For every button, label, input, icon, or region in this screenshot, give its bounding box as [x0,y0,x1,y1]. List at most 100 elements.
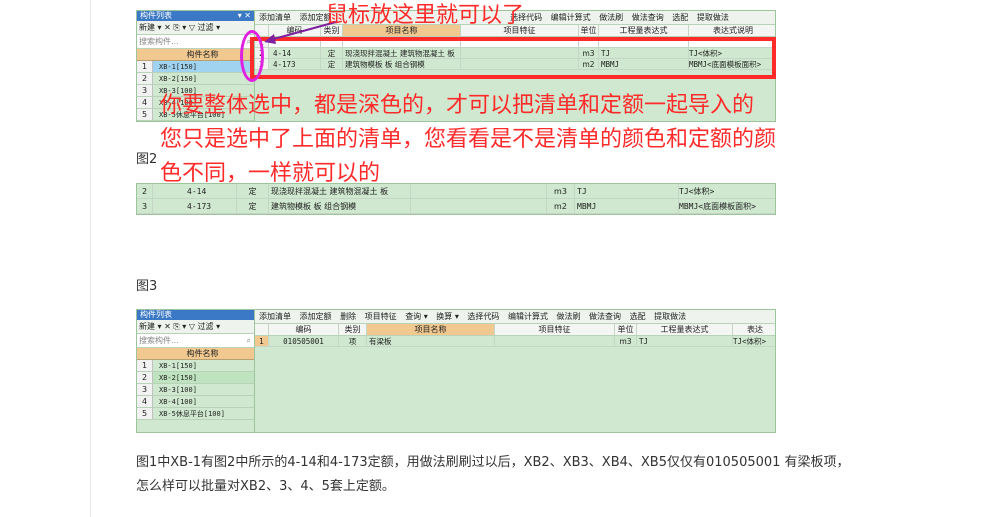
delete-button[interactable]: 删除 [340,310,356,324]
fig3-panel-title-text: 构件列表 [140,310,172,319]
cell-name: 有梁板 [367,336,495,346]
row-index: 3 [137,85,153,96]
cell-expr: TJ [575,184,679,198]
main-annotation-line2: 您只是选中了上面的清单，您看看是不是清单的颜色和定额的颜 [160,127,777,152]
row-index: 4 [137,97,153,108]
row-index: 3 [137,199,153,213]
fig2-grid-row[interactable]: 2 4-14 定 现浇现拌混凝土 建筑物混凝土 板 m3 TJ TJ<体积> [137,184,775,199]
row-index: 5 [137,408,153,419]
cell-code: 4-14 [153,184,237,198]
col-desc: 表达 [747,325,763,334]
fig3-search-input[interactable]: 搜索构件... ⌕ [137,334,254,348]
fig3-method-panel: 添加清单 添加定额 删除 项目特征 查询 ▾ 换算 ▾ 选择代码 编辑计算式 做… [255,310,775,432]
add-quota-button[interactable]: 添加定额 [300,310,332,324]
cell-unit: m2 [547,199,575,213]
edit-formula-button[interactable]: 编辑计算式 [551,11,591,25]
edit-formula-button[interactable]: 编辑计算式 [508,310,548,324]
fig3-grid-header: 编码 类别 项目名称 项目特征 单位 工程量表达式 表达 [255,324,775,336]
fig3-component-row[interactable]: 2 XB-2[150] [137,372,254,384]
col-name: 项目名称 [367,324,495,335]
fig3-screenshot: 构件列表 新建 ▾ ✕ ⎘ ▾ ▽ 过滤 ▾ 搜索构件... ⌕ 构件名称 1X… [136,309,776,433]
component-name: XB-1[150] [159,63,197,71]
match-button[interactable]: 选配 [672,11,688,25]
fig1-component-row[interactable]: 2 XB-2[150] [137,73,254,85]
add-bill-button[interactable]: 添加清单 [259,310,291,324]
component-name: XB-1[150] [159,362,197,370]
row-index: 2 [137,73,153,84]
method-brush-button[interactable]: 做法刷 [557,310,581,324]
pin-close-icons[interactable]: ▾ ✕ [238,11,251,21]
cell-feature [411,199,547,213]
search-icon[interactable]: ⌕ [247,334,251,347]
query-button[interactable]: 查询 ▾ [405,310,428,324]
row-index: 1 [255,336,269,346]
match-button[interactable]: 选配 [630,310,646,324]
fig1-panel-title: 构件列表 ▾ ✕ [137,11,254,21]
fig1-search-placeholder: 搜索构件... [139,37,179,46]
fig3-component-row[interactable]: 4 XB-4[100] [137,396,254,408]
page-divider [90,0,91,517]
fig3-component-panel: 构件列表 新建 ▾ ✕ ⎘ ▾ ▽ 过滤 ▾ 搜索构件... ⌕ 构件名称 1X… [137,310,255,432]
cell-unit: m3 [615,336,637,346]
cell-feature [411,184,547,198]
fig3-grid-row[interactable]: 1 010505001 项 有梁板 m3 TJ TJ<体积> [255,336,775,347]
fig3-mini-toolbar[interactable]: 新建 ▾ ✕ ⎘ ▾ ▽ 过滤 ▾ [137,320,254,334]
cell-unit: m3 [547,184,575,198]
fig3-component-header-text: 构件名称 [186,349,219,358]
component-name: XB-3[100] [159,386,197,394]
col-expr: 工程量表达式 [599,25,689,36]
col-unit: 单位 [579,25,599,36]
fig3-panel-title: 构件列表 [137,310,254,320]
fig2-screenshot: 2 4-14 定 现浇现拌混凝土 建筑物混凝土 板 m3 TJ TJ<体积> 3… [136,183,776,215]
col-type: 类别 [339,324,367,335]
cell-name: 现浇现拌混凝土 建筑物混凝土 板 [269,184,411,198]
cell-expr: MBMJ [575,199,679,213]
cell-type: 项 [339,336,367,346]
method-query-button[interactable]: 做法查询 [589,310,621,324]
extract-method-button[interactable]: 提取做法 [654,310,686,324]
col-code: 编码 [269,324,339,335]
extract-method-button[interactable]: 提取做法 [697,11,729,25]
cell-code: 4-173 [153,199,237,213]
row-index: 1 [137,61,153,72]
fig1-mini-toolbar[interactable]: 新建 ▾ ✕ ⎘ ▾ ▽ 过滤 ▾ [137,21,254,35]
main-annotation-line1: 你要整体选中，都是深色的，才可以把清单和定额一起导入的 [160,93,755,118]
cell-feature [495,336,615,346]
cell-type: 定 [237,184,269,198]
question-line2: 怎么样可以批量对XB2、3、4、5套上定额。 [136,479,395,494]
fig3-toolbar: 添加清单 添加定额 删除 项目特征 查询 ▾ 换算 ▾ 选择代码 编辑计算式 做… [255,310,775,324]
fig1-component-header: 构件名称 [137,49,254,61]
fig1-component-row[interactable]: 1 XB-1[150] [137,61,254,73]
cell-desc: MBMJ<底面模板面积> [679,202,756,211]
col-unit: 单位 [615,324,637,335]
row-index: 2 [137,184,153,198]
grid-corner [255,324,269,335]
fig3-component-row[interactable]: 3 XB-3[100] [137,384,254,396]
item-feature-button[interactable]: 项目特征 [365,310,397,324]
col-expr: 工程量表达式 [637,324,733,335]
question-line1: 图1中XB-1有图2中所示的4-14和4-173定额，用做法刷刷过以后，XB2、… [136,455,850,470]
fig3-search-placeholder: 搜索构件... [139,336,179,345]
fig2-grid-row[interactable]: 3 4-173 定 建筑物模板 板 组合钢模 m2 MBMJ MBMJ<底面模板… [137,199,775,214]
cell-desc: TJ<体积> [679,187,715,196]
fig3-label: 图3 [136,279,158,294]
fig3-component-row[interactable]: 5 XB-5休息平台[100] [137,408,254,420]
component-name: XB-5休息平台[100] [159,410,225,418]
cell-desc: TJ<体积> [733,337,767,346]
cell-name: 建筑物模板 板 组合钢模 [269,199,411,213]
select-code-button[interactable]: 选择代码 [467,310,499,324]
col-feature: 项目特征 [495,324,615,335]
fig1-panel-title-text: 构件列表 [140,11,172,20]
fig3-component-row[interactable]: 1 XB-1[150] [137,360,254,372]
method-query-button[interactable]: 做法查询 [632,11,664,25]
fig1-search-input[interactable]: 搜索构件... ⌕ [137,35,254,49]
row-index: 2 [137,372,153,383]
method-brush-button[interactable]: 做法刷 [599,11,623,25]
fig3-component-header: 构件名称 [137,348,254,360]
cell-code: 010505001 [269,336,339,346]
component-name: XB-2[150] [159,75,197,83]
convert-button[interactable]: 换算 ▾ [436,310,459,324]
row-index: 1 [137,360,153,371]
mouse-hint-annotation: 鼠标放这里就可以了 [326,3,525,28]
fig1-component-header-text: 构件名称 [186,50,219,59]
